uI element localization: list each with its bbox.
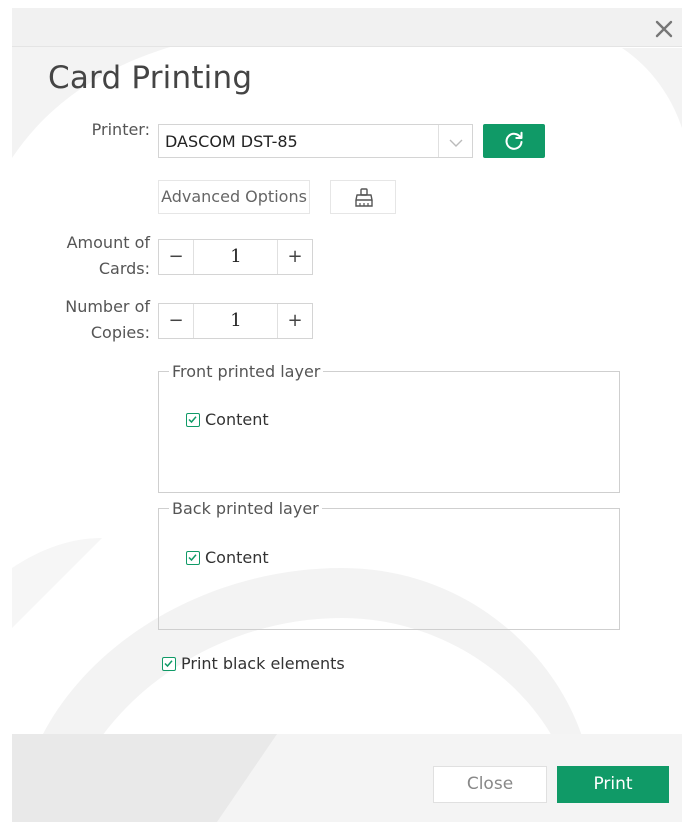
printer-select[interactable]: DASCOM DST-85 [158,124,473,158]
print-button[interactable]: Print [557,766,669,803]
back-content-checkbox[interactable]: Content [186,548,269,567]
print-black-label: Print black elements [181,654,345,673]
copies-label: Number of Copies: [42,294,150,346]
amount-stepper[interactable]: − 1 + [158,239,313,275]
clean-printer-button[interactable] [330,180,396,214]
checkbox-checked-icon[interactable] [186,412,200,427]
amount-value[interactable]: 1 [194,240,278,274]
front-content-checkbox[interactable]: Content [186,410,269,429]
refresh-printers-button[interactable] [483,124,545,158]
card-printing-dialog: Card Printing Printer: DASCOM DST-85 Adv… [12,8,682,822]
back-layer-legend: Back printed layer [172,499,319,518]
chevron-down-icon[interactable] [447,135,465,149]
checkbox-checked-icon[interactable] [162,656,176,671]
copies-stepper[interactable]: − 1 + [158,303,313,339]
copies-label-line1: Number of [65,297,150,316]
printer-select-value: DASCOM DST-85 [165,132,298,151]
copies-value[interactable]: 1 [194,304,278,338]
select-divider [438,125,439,157]
amount-label-line2: Cards: [98,259,150,278]
refresh-icon [505,131,523,150]
back-content-label: Content [205,548,269,567]
close-icon[interactable] [652,17,676,41]
copies-increment-button[interactable]: + [277,304,312,338]
page-title: Card Printing [48,60,253,96]
deco-left-arc [12,538,102,628]
footer-decoration [12,734,277,822]
amount-increment-button[interactable]: + [277,240,312,274]
print-black-checkbox[interactable]: Print black elements [162,654,345,673]
deco-top-right-arc [622,48,682,128]
amount-label: Amount of Cards: [42,230,150,282]
front-content-label: Content [205,410,269,429]
advanced-options-button[interactable]: Advanced Options [158,180,310,214]
close-button[interactable]: Close [433,766,547,803]
printer-label: Printer: [91,120,150,139]
footer-deco-shape [12,734,277,822]
front-layer-legend: Front printed layer [172,362,321,381]
copies-decrement-button[interactable]: − [159,304,194,338]
brush-icon [355,188,373,207]
amount-decrement-button[interactable]: − [159,240,194,274]
copies-label-line2: Copies: [90,323,150,342]
amount-label-line1: Amount of [66,233,150,252]
dialog-title-bar [12,8,682,47]
checkbox-checked-icon[interactable] [186,550,200,565]
